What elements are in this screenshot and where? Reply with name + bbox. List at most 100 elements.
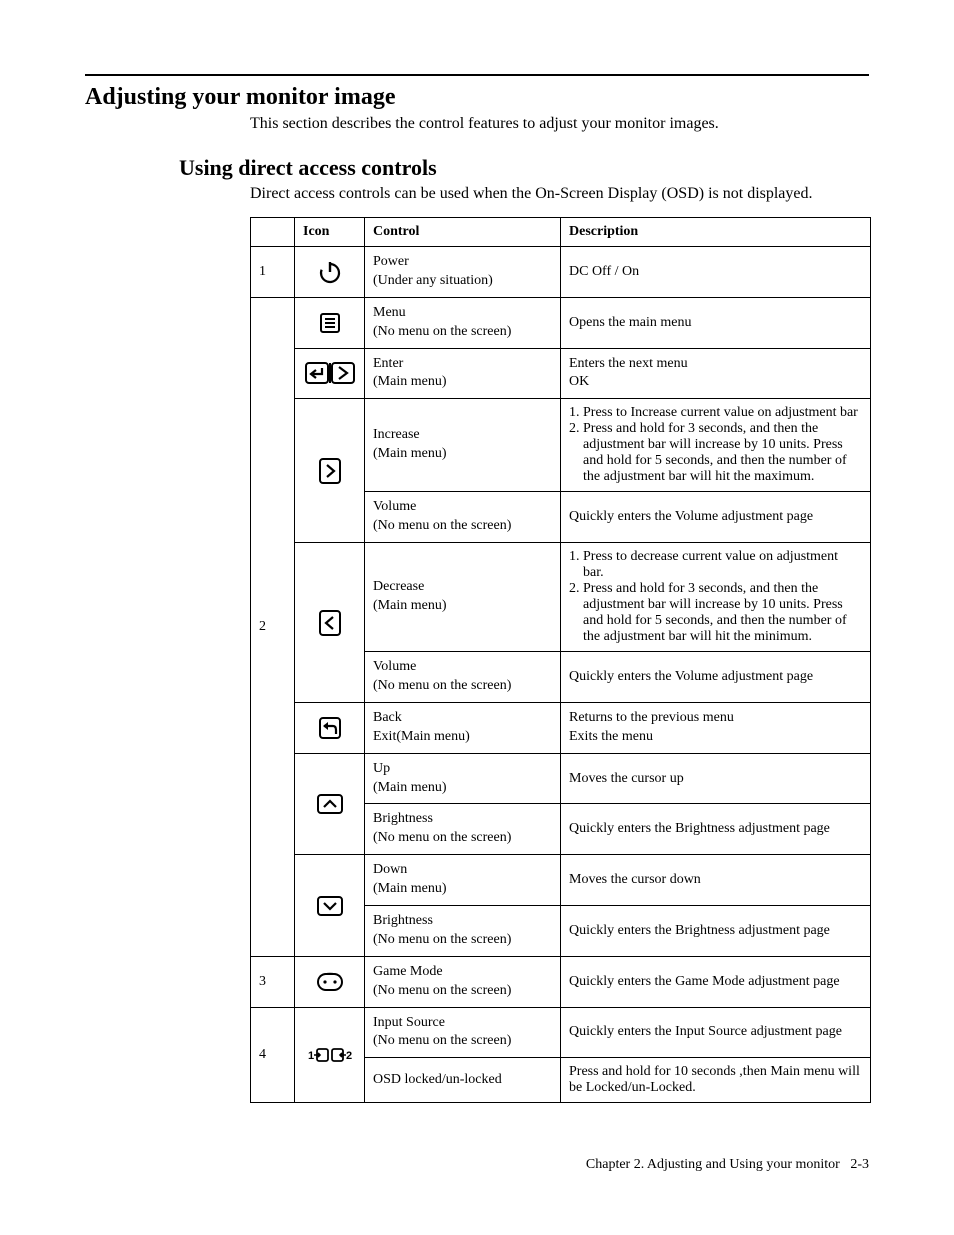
control-cell: Down (Main menu): [365, 855, 561, 906]
control-cell: Game Mode (No menu on the screen): [365, 956, 561, 1007]
control-name: Volume: [373, 499, 416, 514]
th-control: Control: [365, 218, 561, 247]
description-cell: Quickly enters the Brightness adjustment…: [561, 804, 871, 855]
desc-line: Returns to the previous menu: [569, 710, 734, 725]
control-cell: Up (Main menu): [365, 753, 561, 804]
th-description: Description: [561, 218, 871, 247]
row-number: 2: [251, 297, 295, 956]
desc-line: 1. Press to decrease current value on ad…: [569, 549, 862, 581]
th-blank: [251, 218, 295, 247]
row-number: 1: [251, 247, 295, 298]
input-source-icon: 1 2: [295, 1007, 365, 1103]
intro-text-2: Direct access controls can be used when …: [85, 185, 869, 203]
controls-table: Icon Control Description 1 Power (Under a…: [250, 217, 871, 1103]
chevron-down-icon: [295, 855, 365, 957]
control-cell: Brightness (No menu on the screen): [365, 804, 561, 855]
control-name: Enter: [373, 356, 403, 371]
table-row: 1 Power (Under any situation) DC Off / On: [251, 247, 871, 298]
control-context: (No menu on the screen): [373, 324, 511, 339]
desc-line: 2. Press and hold for 3 seconds, and the…: [569, 581, 862, 645]
footer-page: 2-3: [850, 1157, 869, 1172]
control-name: Input Source: [373, 1015, 445, 1030]
control-name: Back: [373, 710, 402, 725]
control-cell: Volume (No menu on the screen): [365, 652, 561, 703]
svg-text:2: 2: [346, 1050, 352, 1062]
control-cell: Decrease (Main menu): [365, 543, 561, 652]
gamepad-icon: [295, 956, 365, 1007]
description-cell: Quickly enters the Game Mode adjustment …: [561, 956, 871, 1007]
row-number: 3: [251, 956, 295, 1007]
description-cell: Moves the cursor down: [561, 855, 871, 906]
control-context: (No menu on the screen): [373, 830, 511, 845]
control-context: (No menu on the screen): [373, 932, 511, 947]
control-context: (No menu on the screen): [373, 983, 511, 998]
table-row: Up (Main menu) Moves the cursor up: [251, 753, 871, 804]
control-cell: Menu (No menu on the screen): [365, 297, 561, 348]
row-number: 4: [251, 1007, 295, 1103]
control-context: (Main menu): [373, 374, 446, 389]
chevron-left-icon: [295, 543, 365, 703]
control-cell: Power (Under any situation): [365, 247, 561, 298]
control-cell: Back Exit(Main menu): [365, 702, 561, 753]
control-context: (No menu on the screen): [373, 1033, 511, 1048]
control-name: Down: [373, 862, 407, 877]
control-context: (Main menu): [373, 598, 446, 613]
control-cell: Brightness (No menu on the screen): [365, 906, 561, 957]
svg-text:1: 1: [308, 1050, 314, 1062]
control-context: (Main menu): [373, 780, 446, 795]
control-cell: Increase (Main menu): [365, 399, 561, 492]
chevron-right-icon: [295, 399, 365, 543]
table-row: 4 1 2 Input Source(No menu on the screen…: [251, 1007, 871, 1058]
description-cell: Opens the main menu: [561, 297, 871, 348]
description-cell: Quickly enters the Input Source adjustme…: [561, 1007, 871, 1058]
description-cell: Quickly enters the Volume adjustment pag…: [561, 652, 871, 703]
desc-line: OK: [569, 374, 589, 389]
control-name: Brightness: [373, 811, 433, 826]
control-cell: OSD locked/un-locked: [365, 1058, 561, 1103]
control-cell: Input Source (No menu on the screen): [365, 1007, 561, 1058]
control-name: Increase: [373, 427, 420, 442]
table-row: Enter (Main menu) Enters the next menuOK: [251, 348, 871, 399]
control-name: Game Mode: [373, 964, 443, 979]
description-cell: Enters the next menuOK: [561, 348, 871, 399]
control-name: Volume: [373, 659, 416, 674]
table-header-row: Icon Control Description: [251, 218, 871, 247]
control-name: Menu: [373, 305, 406, 320]
control-context: Exit(Main menu): [373, 729, 470, 744]
heading-1: Adjusting your monitor image: [85, 84, 869, 111]
desc-line: 2. Press and hold for 3 seconds, and the…: [569, 421, 862, 485]
description-cell: Quickly enters the Brightness adjustment…: [561, 906, 871, 957]
control-name: Power: [373, 254, 409, 269]
back-icon: [295, 702, 365, 753]
control-cell: Enter (Main menu): [365, 348, 561, 399]
control-context: (No menu on the screen): [373, 678, 511, 693]
control-cell: Volume (No menu on the screen): [365, 492, 561, 543]
description-cell: 1. Press to Increase current value on ad…: [561, 399, 871, 492]
footer-chapter: Chapter 2. Adjusting and Using your moni…: [586, 1157, 840, 1172]
menu-icon: [295, 297, 365, 348]
page-footer: Chapter 2. Adjusting and Using your moni…: [586, 1157, 869, 1173]
table-row: Down (Main menu) Moves the cursor down: [251, 855, 871, 906]
control-context: (Under any situation): [373, 273, 493, 288]
control-context: (No menu on the screen): [373, 518, 511, 533]
th-icon: Icon: [295, 218, 365, 247]
description-cell: 1. Press to decrease current value on ad…: [561, 543, 871, 652]
table-row: Back Exit(Main menu) Returns to the previ…: [251, 702, 871, 753]
desc-line: 1. Press to Increase current value on ad…: [569, 405, 862, 421]
chevron-up-icon: [295, 753, 365, 855]
control-name: Brightness: [373, 913, 433, 928]
table-row: 3 Game Mode (No menu on the screen) Quick…: [251, 956, 871, 1007]
intro-text-1: This section describes the control featu…: [85, 115, 869, 133]
description-cell: DC Off / On: [561, 247, 871, 298]
control-context: (Main menu): [373, 446, 446, 461]
control-name: Decrease: [373, 579, 424, 594]
control-context: (Main menu): [373, 881, 446, 896]
control-name: Up: [373, 761, 390, 776]
power-icon: [295, 247, 365, 298]
description-cell: Returns to the previous menuExits the me…: [561, 702, 871, 753]
heading-2: Using direct access controls: [85, 155, 869, 181]
table-row: 2 Menu(No menu on the screen) Opens the …: [251, 297, 871, 348]
description-cell: Moves the cursor up: [561, 753, 871, 804]
enter-icon: [295, 348, 365, 399]
description-cell: Quickly enters the Volume adjustment pag…: [561, 492, 871, 543]
